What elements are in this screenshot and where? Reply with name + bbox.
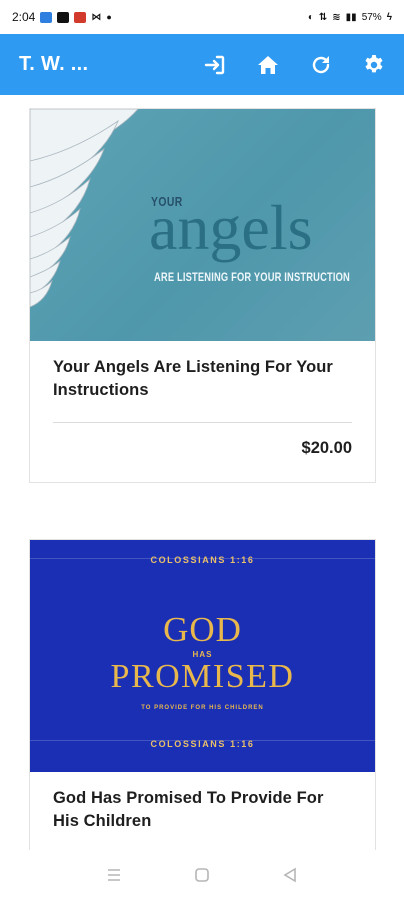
notification-app-icon <box>40 11 53 23</box>
status-bar: 2:04 ⋈ ● ◐ ⇅ ≋ ▮▮ 57% ϟ <box>0 0 404 34</box>
app-title: T. W. ... <box>19 53 89 75</box>
product-card[interactable]: YOUR angels ARE LISTENING FOR YOUR INSTR… <box>29 108 376 483</box>
app-bar: T. W. ... <box>0 34 404 95</box>
signal-icon: ▮▮ <box>345 11 357 23</box>
product-title[interactable]: Your Angels Are Listening For Your Instr… <box>53 356 352 402</box>
image-text-sub: ARE LISTENING FOR YOUR INSTRUCTION <box>154 270 350 284</box>
image-text-main: angels <box>149 192 313 263</box>
status-left: 2:04 ⋈ ● <box>12 10 112 24</box>
notification-app-icon-2 <box>74 11 87 23</box>
home-button[interactable] <box>254 51 282 79</box>
settings-button[interactable] <box>360 51 388 79</box>
login-icon <box>204 55 225 74</box>
home-nav-button[interactable] <box>190 863 214 887</box>
battery-percent: 57% <box>361 11 382 23</box>
card-body: God Has Promised To Provide For His Chil… <box>30 787 375 833</box>
settings-icon <box>365 54 383 72</box>
notification-icon-3: ⋈ <box>91 11 102 23</box>
product-card[interactable]: COLOSSIANS 1:16 GOD HAS PROMISED TO PROV… <box>29 539 376 850</box>
product-image[interactable]: YOUR angels ARE LISTENING FOR YOUR INSTR… <box>30 109 375 341</box>
refresh-icon <box>312 55 330 73</box>
refresh-button[interactable] <box>307 51 335 79</box>
alarm-icon: ◐ <box>307 11 314 23</box>
image-text-line1: GOD <box>163 610 242 649</box>
app-actions <box>201 51 388 79</box>
home-icon <box>258 55 278 74</box>
status-time: 2:04 <box>12 10 36 24</box>
angel-wing-illustration <box>30 109 139 308</box>
recent-apps-button[interactable] <box>102 863 126 887</box>
login-button[interactable] <box>201 51 229 79</box>
back-triangle-icon <box>283 867 296 883</box>
back-button[interactable] <box>278 863 302 887</box>
square-icon <box>195 868 209 882</box>
image-text-sub: TO PROVIDE FOR HIS CHILDREN <box>141 705 264 711</box>
youtube-notification-icon <box>57 11 70 23</box>
product-list: YOUR angels ARE LISTENING FOR YOUR INSTR… <box>0 95 404 850</box>
image-text-reference-bottom: COLOSSIANS 1:16 <box>150 739 255 749</box>
wifi-icon: ≋ <box>332 11 341 23</box>
product-price: $20.00 <box>301 439 352 457</box>
menu-lines-icon <box>108 869 120 881</box>
network-speed-icon: ⇅ <box>318 11 328 23</box>
system-navigation-bar <box>0 850 404 900</box>
card-body: Your Angels Are Listening For Your Instr… <box>30 356 375 458</box>
product-image[interactable]: COLOSSIANS 1:16 GOD HAS PROMISED TO PROV… <box>30 540 375 772</box>
status-right: ◐ ⇅ ≋ ▮▮ 57% ϟ <box>308 12 392 23</box>
product-title[interactable]: God Has Promised To Provide For His Chil… <box>53 787 352 833</box>
divider <box>53 422 352 423</box>
battery-charging-icon: ϟ <box>386 11 392 23</box>
image-text-line2: PROMISED <box>110 658 295 695</box>
image-text-reference-top: COLOSSIANS 1:16 <box>150 555 255 565</box>
more-notifications-dot-icon: ● <box>106 12 112 22</box>
